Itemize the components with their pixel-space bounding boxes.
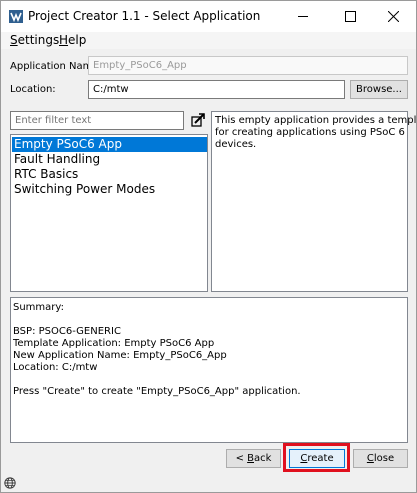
- maximize-icon: [345, 11, 356, 22]
- location-field[interactable]: C:/mtw: [88, 80, 345, 99]
- window-title: Project Creator 1.1 - Select Application: [28, 9, 261, 23]
- summary-heading: Summary:: [13, 302, 64, 313]
- list-item[interactable]: Empty PSoC6 App: [12, 137, 207, 152]
- back-button[interactable]: < Back: [226, 449, 281, 468]
- application-list: Empty PSoC6 App Fault Handling RTC Basic…: [10, 134, 208, 292]
- browse-button[interactable]: Browse...: [350, 80, 408, 99]
- list-item[interactable]: Fault Handling: [12, 152, 207, 167]
- close-button[interactable]: Close: [353, 449, 408, 468]
- close-window-button[interactable]: [371, 1, 416, 32]
- title-bar[interactable]: Project Creator 1.1 - Select Application: [1, 1, 416, 32]
- project-creator-window: Project Creator 1.1 - Select Application…: [0, 0, 417, 493]
- menu-help[interactable]: Help: [59, 33, 86, 47]
- description-line: devices.: [215, 139, 257, 150]
- globe-icon[interactable]: [4, 477, 16, 489]
- import-arrow-icon: [191, 113, 205, 127]
- summary-instruction: Press "Create" to create "Empty_PSoC6_Ap…: [13, 386, 301, 397]
- filter-input[interactable]: [10, 111, 184, 130]
- description-line: for creating applications using PSoC 6: [215, 127, 405, 138]
- maximize-button[interactable]: [328, 1, 373, 32]
- summary-new-name: New Application Name: Empty_PSoC6_App: [13, 350, 227, 361]
- list-item[interactable]: Switching Power Modes: [12, 182, 207, 197]
- create-button[interactable]: Create: [289, 449, 345, 468]
- description-panel: This empty application provides a templa…: [211, 111, 417, 292]
- close-icon: [388, 11, 399, 22]
- summary-bsp: BSP: PSOC6-GENERIC: [13, 326, 121, 337]
- summary-location: Location: C:/mtw: [13, 362, 98, 373]
- minimize-button[interactable]: [281, 1, 326, 32]
- status-bar: [1, 473, 416, 492]
- summary-template: Template Application: Empty PSoC6 App: [13, 338, 215, 349]
- list-item[interactable]: RTC Basics: [12, 167, 207, 182]
- summary-panel: Summary: BSP: PSOC6-GENERIC Template App…: [10, 297, 408, 443]
- import-button[interactable]: [190, 111, 207, 128]
- location-label: Location:: [10, 84, 56, 95]
- description-line: This empty application provides a templa…: [215, 115, 417, 126]
- app-icon: [9, 10, 23, 23]
- minimize-icon: [298, 16, 308, 17]
- menu-bar: Settings Help: [1, 32, 416, 49]
- menu-settings[interactable]: Settings: [10, 33, 59, 47]
- app-name-field[interactable]: Empty_PSoC6_App: [88, 56, 408, 75]
